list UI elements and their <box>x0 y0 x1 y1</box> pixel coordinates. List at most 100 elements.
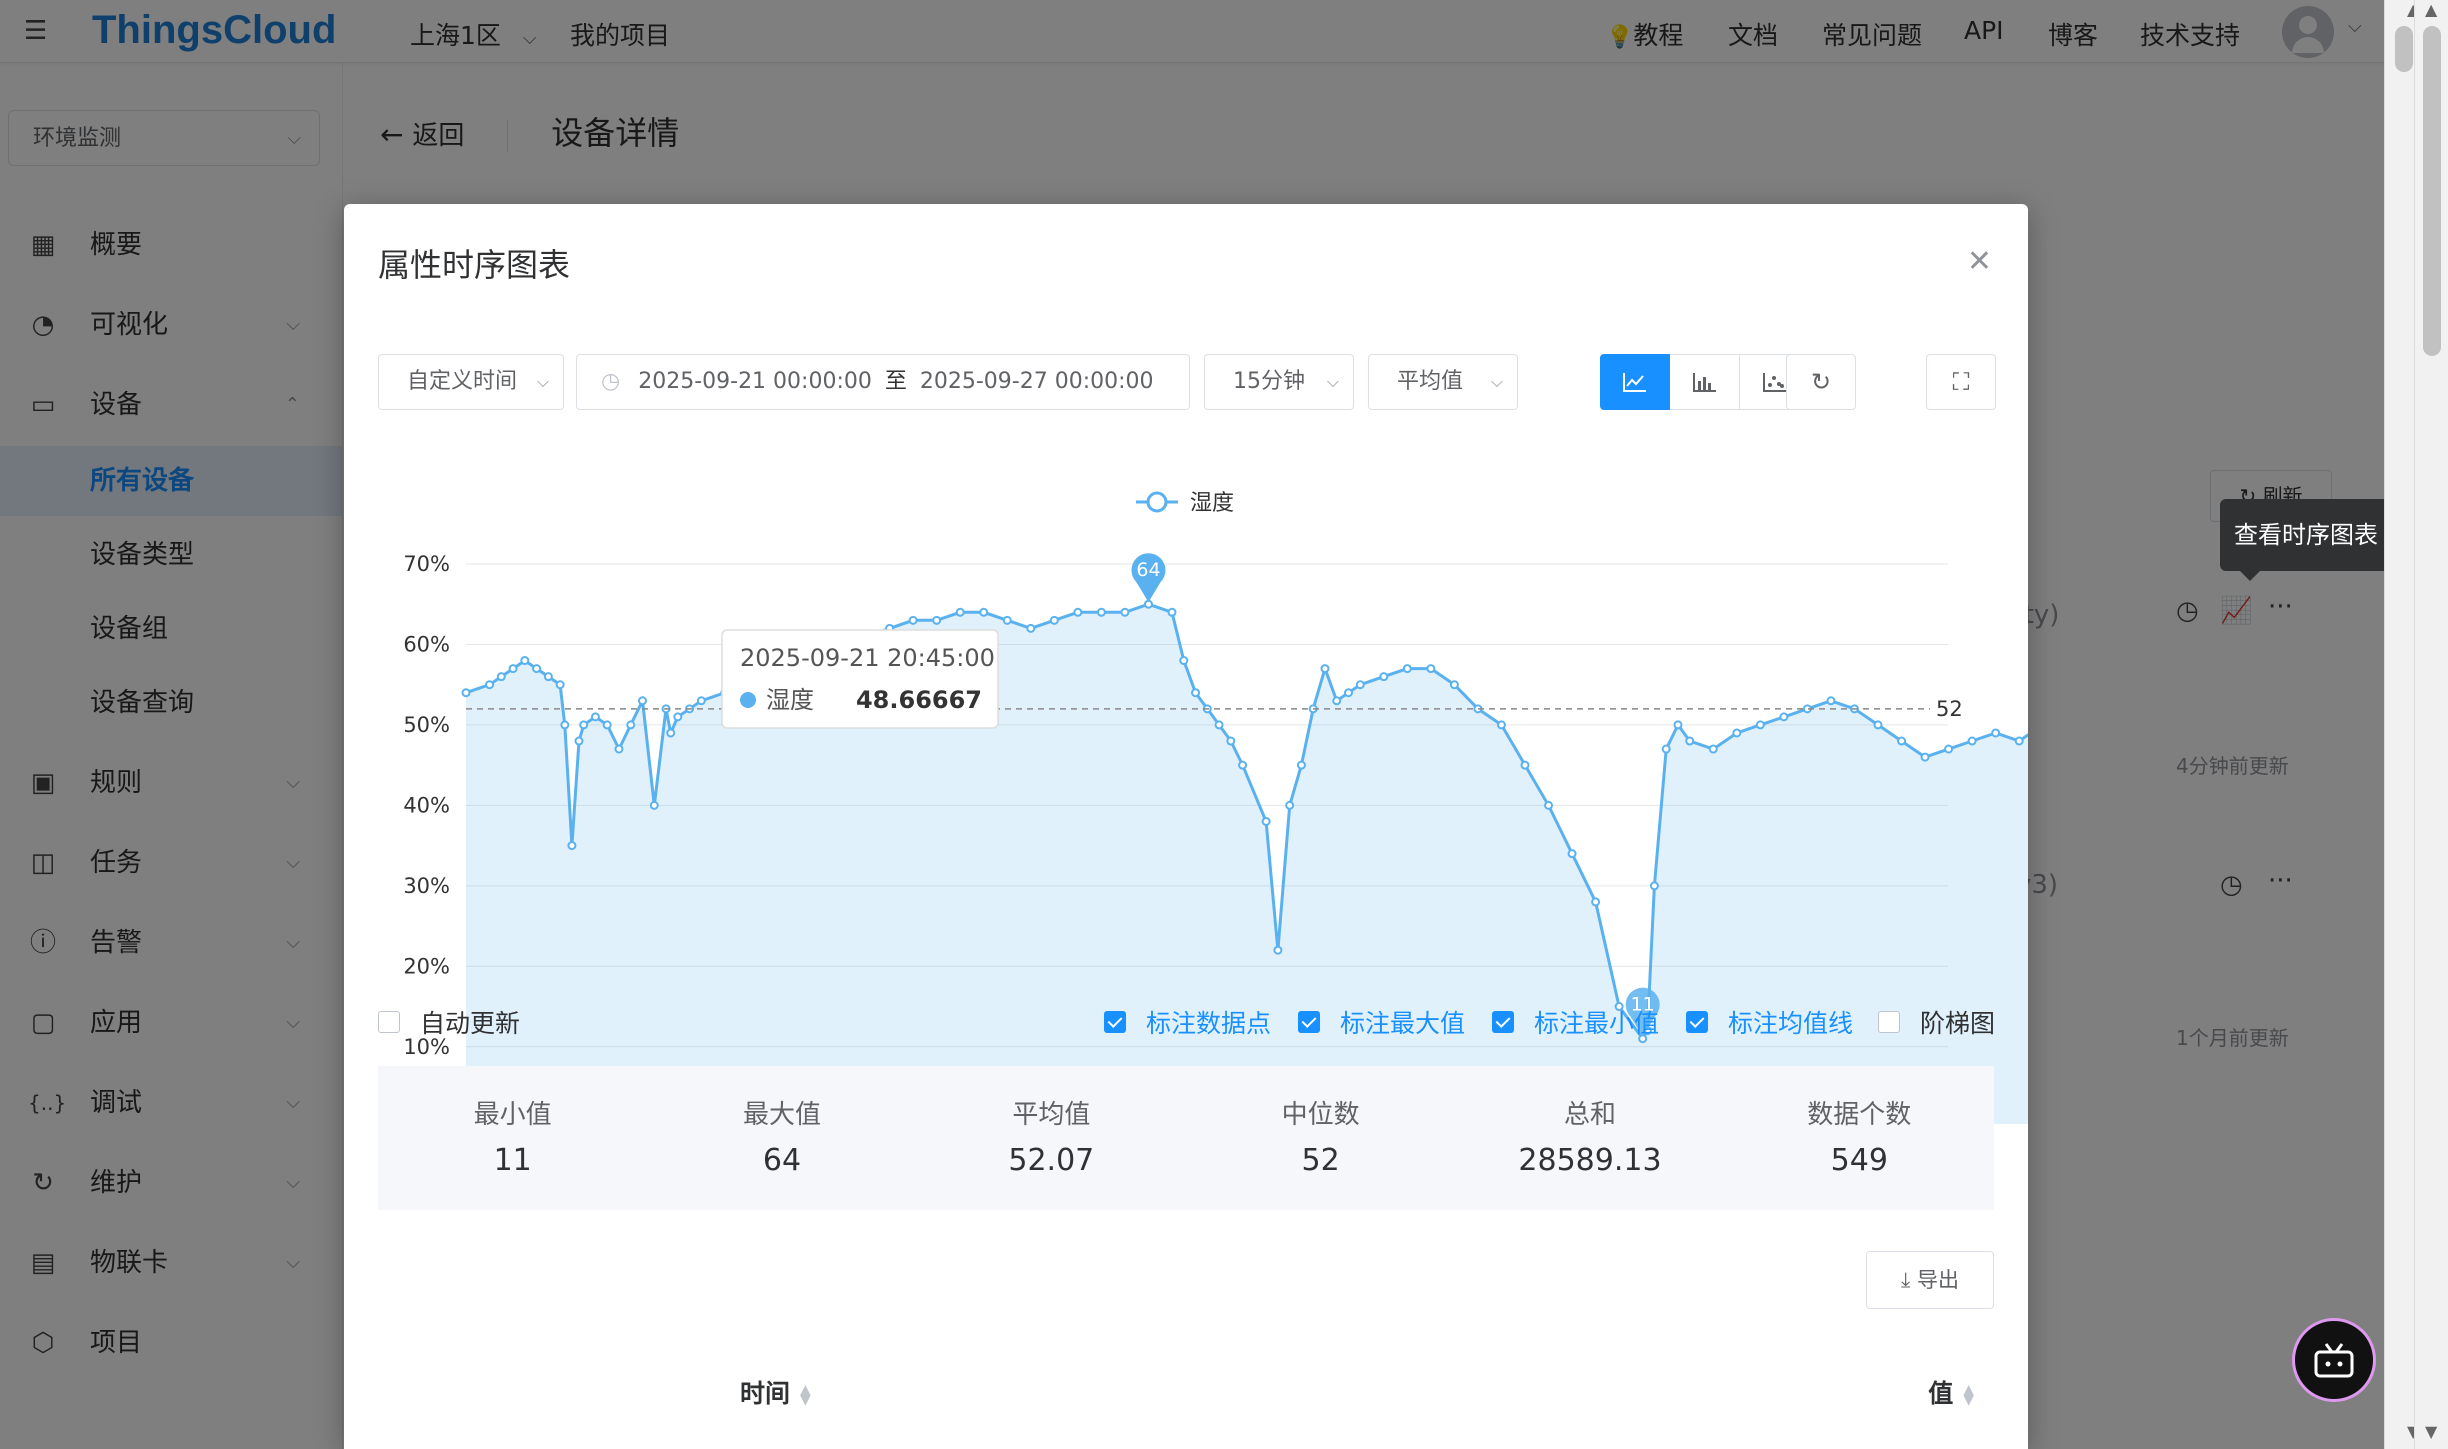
y-tick-label: 50% <box>403 713 450 737</box>
dialog-title: 属性时序图表 <box>378 246 571 284</box>
data-point <box>979 607 989 617</box>
data-point <box>2014 736 2024 746</box>
y-tick-label: 60% <box>403 632 450 656</box>
data-point <box>1426 664 1436 674</box>
data-point <box>908 615 918 625</box>
step-chart-option[interactable]: 阶梯图 <box>1878 1002 1995 1042</box>
statistics-panel: 最小值 11 最大值 64 平均值 52.07 中位数 52 总和 28589.13 数据… <box>378 1066 1994 1210</box>
data-point <box>1708 744 1718 754</box>
data-point <box>1402 664 1412 674</box>
checkbox[interactable] <box>1878 1011 1900 1033</box>
sort-icon: ▲ ▼ <box>800 1382 811 1408</box>
checkbox[interactable] <box>1104 1011 1126 1033</box>
checkbox[interactable] <box>1298 1011 1320 1033</box>
scroll-down-icon[interactable]: ▼ <box>2425 1422 2437 1441</box>
range-type-select[interactable]: 自定义时间 ⌵ <box>378 354 564 410</box>
chevron-down-icon: ⌵ <box>530 355 549 409</box>
option-label: 标注数据点 <box>1146 1009 1272 1038</box>
download-icon: ⤓ <box>1901 1268 1911 1292</box>
data-point <box>1779 712 1789 722</box>
date-range-picker[interactable]: ◷ 2025-09-21 00:00:00 至 2025-09-27 00:00:… <box>576 354 1190 410</box>
column-label: 时间 <box>740 1379 791 1408</box>
y-tick-label: 30% <box>403 874 450 898</box>
data-point <box>485 680 495 690</box>
stat-value: 549 <box>1830 1143 1888 1178</box>
close-icon[interactable]: ✕ <box>1967 244 1992 279</box>
sort-icon: ▲ ▼ <box>1963 1382 1974 1408</box>
checkbox[interactable] <box>1686 1011 1708 1033</box>
chevron-down-icon: ⌵ <box>1490 372 1503 391</box>
time-column-header[interactable]: 时间 ▲ ▼ <box>740 1374 811 1410</box>
option-label: 标注最大值 <box>1340 1009 1466 1038</box>
stat-median: 中位数 52 <box>1186 1066 1455 1210</box>
aggregate-select[interactable]: 平均值 ⌵ <box>1368 354 1518 410</box>
interval-value: 15分钟 <box>1233 369 1305 394</box>
range-type-value: 自定义时间 <box>407 369 518 394</box>
max-marker-label: 64 <box>1136 559 1160 581</box>
data-point <box>1120 607 1130 617</box>
tooltip-value: 48.66667 <box>856 686 982 714</box>
humidity-chart: 湿度0.4%10%20%30%40%50%60%70%09-21 00:0009… <box>397 491 2028 1161</box>
series-area <box>466 604 2028 1124</box>
data-point <box>1026 623 1036 633</box>
export-label: 导出 <box>1916 1268 1959 1292</box>
data-point <box>673 712 683 722</box>
value-column-header[interactable]: 值 ▲ ▼ <box>1928 1374 1974 1410</box>
data-point <box>614 744 624 754</box>
mark-mean-option[interactable]: 标注均值线 <box>1686 1002 1853 1042</box>
refresh-icon[interactable]: ↻ <box>1786 354 1856 410</box>
checkbox[interactable] <box>378 1011 400 1033</box>
inner-scrollbar[interactable]: ▲ ▼ <box>2414 0 2448 1449</box>
data-point <box>1649 881 1659 891</box>
scroll-thumb[interactable] <box>2423 26 2441 356</box>
bar-chart-icon[interactable] <box>1670 354 1740 410</box>
scroll-up-icon[interactable]: ▲ <box>2425 0 2437 19</box>
mark-points-option[interactable]: 标注数据点 <box>1104 1002 1271 1042</box>
data-point <box>1320 664 1330 674</box>
export-button[interactable]: ⤓ 导出 <box>1866 1251 1994 1309</box>
data-point <box>1332 696 1342 706</box>
stat-value: 11 <box>493 1143 532 1178</box>
data-point <box>1755 720 1765 730</box>
data-point <box>666 728 676 738</box>
stat-label: 最小值 <box>473 1100 552 1130</box>
data-point <box>1238 760 1248 770</box>
scroll-thumb[interactable] <box>2395 26 2413 72</box>
line-chart-icon[interactable] <box>1600 354 1670 410</box>
chevron-down-icon: ⌵ <box>1326 372 1339 391</box>
stat-value: 64 <box>762 1143 802 1178</box>
data-point <box>1826 696 1836 706</box>
data-point <box>1591 897 1601 907</box>
mark-max-option[interactable]: 标注最大值 <box>1298 1002 1465 1042</box>
option-label: 标注最小值 <box>1534 1009 1660 1038</box>
data-point <box>1496 720 1506 730</box>
data-point <box>543 672 553 682</box>
mark-min-option[interactable]: 标注最小值 <box>1492 1002 1659 1042</box>
auto-update-option[interactable]: 自动更新 <box>378 1002 520 1042</box>
stat-value: 28589.13 <box>1518 1143 1662 1178</box>
clock-icon: ◷ <box>601 369 621 394</box>
data-point <box>1179 656 1189 666</box>
data-point <box>626 720 636 730</box>
aggregate-value: 平均值 <box>1397 369 1464 394</box>
tv-assistant-button[interactable] <box>2292 1318 2376 1402</box>
mean-label: 52 <box>1936 697 1963 721</box>
end-date: 2025-09-27 00:00:00 <box>919 369 1154 394</box>
data-table-header: 时间 ▲ ▼ 值 ▲ ▼ <box>378 1352 1994 1432</box>
data-point <box>1073 607 1083 617</box>
data-point <box>1285 800 1295 810</box>
data-point <box>508 664 518 674</box>
data-point <box>1544 800 1554 810</box>
stat-value: 52.07 <box>1008 1143 1095 1178</box>
interval-select[interactable]: 15分钟 ⌵ <box>1204 354 1354 410</box>
data-point <box>602 720 612 730</box>
tooltip-time: 2025-09-21 20:45:00 <box>740 644 995 672</box>
fullscreen-icon[interactable]: ⛶ <box>1926 354 1996 410</box>
data-point <box>1673 720 1683 730</box>
start-date: 2025-09-21 00:00:00 <box>638 369 872 394</box>
y-tick-label: 40% <box>403 793 450 817</box>
checkbox[interactable] <box>1492 1011 1514 1033</box>
data-point <box>461 688 471 698</box>
option-label: 阶梯图 <box>1920 1009 1996 1038</box>
stat-label: 中位数 <box>1281 1100 1360 1130</box>
